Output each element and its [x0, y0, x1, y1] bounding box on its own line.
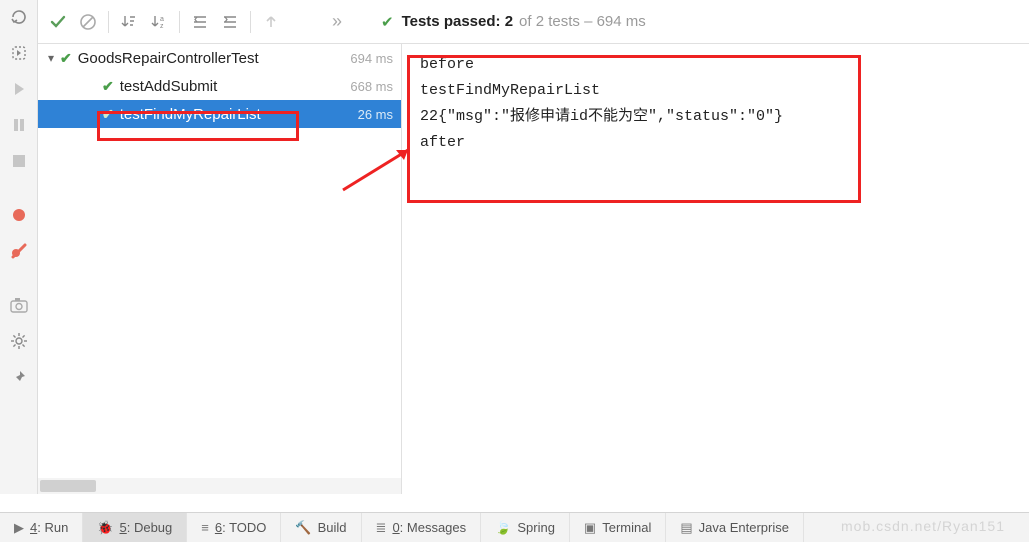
console-line: after: [420, 130, 1011, 156]
tab-terminal[interactable]: ▣Terminal: [570, 513, 666, 542]
test-status: ✔ Tests passed: 2 of 2 tests – 694 ms: [381, 13, 646, 31]
tab-java-enterprise[interactable]: ▤Java Enterprise: [666, 513, 804, 542]
expand-icon[interactable]: [186, 8, 214, 36]
tab-build[interactable]: 🔨Build: [281, 513, 361, 542]
horizontal-scrollbar[interactable]: [38, 478, 401, 494]
tab-todo[interactable]: ≡6: TODO: [187, 513, 281, 542]
toggle-auto-icon[interactable]: [6, 40, 32, 66]
tree-root[interactable]: ▾ ✔ GoodsRepairControllerTest 694 ms: [38, 44, 401, 72]
sort-down-icon[interactable]: [115, 8, 143, 36]
console-line: testFindMyRepairList: [420, 78, 1011, 104]
tree-item[interactable]: ✔ testAddSubmit 668 ms: [38, 72, 401, 100]
hammer-icon: 🔨: [295, 520, 311, 536]
console-line: 22{"msg":"报修申请id不能为空","status":"0"}: [420, 104, 1011, 130]
chevron-down-icon[interactable]: ▾: [42, 51, 60, 65]
stop-icon[interactable]: [6, 148, 32, 174]
ignore-icon[interactable]: [74, 8, 102, 36]
tree-time: 668 ms: [350, 79, 393, 94]
list-icon: ≡: [201, 520, 209, 535]
tab-debug[interactable]: 🐞5: Debug: [83, 513, 187, 542]
test-tree: ▾ ✔ GoodsRepairControllerTest 694 ms ✔ t…: [38, 44, 402, 494]
tree-item-selected[interactable]: ✔ testFindMyRepairList 26 ms: [38, 100, 401, 128]
tree-label: testAddSubmit: [120, 78, 343, 95]
tab-messages[interactable]: ≣0: Messages: [362, 513, 482, 542]
messages-icon: ≣: [376, 520, 387, 536]
tab-spring[interactable]: 🍃Spring: [481, 513, 570, 542]
gear-icon[interactable]: [6, 328, 32, 354]
more-icon[interactable]: »: [323, 8, 351, 36]
pass-icon: ✔: [102, 106, 114, 123]
console-line: before: [420, 52, 1011, 78]
scrollbar-thumb[interactable]: [40, 480, 96, 492]
rerun-icon[interactable]: [6, 4, 32, 30]
pause-icon[interactable]: [6, 112, 32, 138]
pass-icon: ✔: [60, 50, 72, 67]
red-circle-icon[interactable]: [6, 202, 32, 228]
terminal-icon: ▣: [584, 520, 596, 536]
svg-text:a: a: [160, 16, 164, 23]
check-icon[interactable]: [44, 8, 72, 36]
up-icon[interactable]: [257, 8, 285, 36]
tree-label: testFindMyRepairList: [120, 106, 350, 123]
tab-run[interactable]: ▶4: Run: [0, 513, 83, 542]
server-icon: ▤: [680, 520, 692, 536]
red-slash-icon[interactable]: [6, 238, 32, 264]
pin-icon[interactable]: [6, 364, 32, 390]
bug-icon: 🐞: [97, 520, 113, 536]
console-output[interactable]: before testFindMyRepairList 22{"msg":"报修…: [402, 44, 1029, 494]
svg-text:z: z: [160, 23, 164, 30]
tree-label: GoodsRepairControllerTest: [78, 50, 343, 67]
tree-time: 26 ms: [358, 107, 393, 122]
camera-icon[interactable]: [6, 292, 32, 318]
leaf-icon: 🍃: [495, 520, 511, 536]
play-icon[interactable]: [6, 76, 32, 102]
pass-icon: ✔: [102, 78, 114, 95]
status-check-icon: ✔: [381, 13, 394, 31]
sort-alpha-icon[interactable]: az: [145, 8, 173, 36]
collapse-icon[interactable]: [216, 8, 244, 36]
left-gutter: [0, 0, 38, 494]
bottom-toolbar: ▶4: Run 🐞5: Debug ≡6: TODO 🔨Build ≣0: Me…: [0, 512, 1029, 542]
tree-time: 694 ms: [350, 51, 393, 66]
test-toolbar: az » ✔ Tests passed: 2 of 2 tests – 694 …: [38, 0, 1029, 44]
play-icon: ▶: [14, 520, 24, 536]
